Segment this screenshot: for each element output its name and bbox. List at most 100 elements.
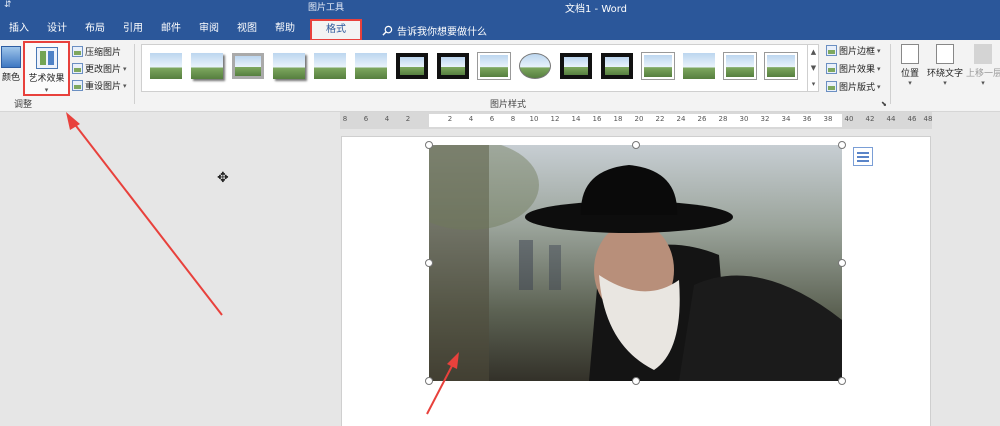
tell-me-text: 告诉我你想要做什么	[397, 26, 487, 38]
color-icon	[1, 46, 21, 68]
lightbulb-search-icon	[382, 25, 393, 36]
ruler-tick: 40	[844, 115, 854, 123]
ruler-tick: 6	[489, 115, 495, 123]
ruler-tick: 2	[405, 115, 411, 123]
ruler-tick: 8	[510, 115, 516, 123]
tab-view[interactable]: 视图	[228, 20, 266, 40]
chevron-down-icon: ▾	[877, 46, 881, 55]
tab-review[interactable]: 审阅	[190, 20, 228, 40]
compress-icon	[72, 46, 83, 57]
picture-style-black-frame[interactable]	[396, 53, 428, 79]
chevron-down-icon: ▾	[908, 79, 912, 87]
picture-style-rotated-white[interactable]	[764, 52, 798, 80]
group-divider	[890, 44, 891, 104]
picture-style-thick-black-frame[interactable]	[437, 53, 469, 79]
annotation-arrow-line	[72, 121, 223, 316]
gallery-scroll-controls[interactable]: ▲ ▼ ▾	[807, 44, 819, 92]
resize-handle-bottom-right[interactable]	[838, 377, 846, 385]
picture-layout-button[interactable]: 图片版式 ▾	[826, 80, 881, 93]
bring-forward-button[interactable]: 上移一层 ▾	[966, 44, 1000, 87]
ruler-tick: 2	[447, 115, 453, 123]
ruler-tick: 14	[571, 115, 581, 123]
ruler-tick: 28	[718, 115, 728, 123]
quick-access-menu-icon[interactable]: ⇵	[4, 0, 12, 10]
change-picture-icon	[72, 63, 83, 74]
chevron-down-icon: ▾	[123, 64, 127, 73]
picture-style-perspective[interactable]	[683, 53, 715, 79]
artistic-effects-button[interactable]: 艺术效果 ▾	[23, 41, 70, 96]
tab-layout[interactable]: 布局	[76, 20, 114, 40]
ruler-tick: 32	[760, 115, 770, 123]
tab-references[interactable]: 引用	[114, 20, 152, 40]
picture-style-beveled[interactable]	[723, 52, 757, 80]
picture-style-thick-frame[interactable]	[232, 53, 264, 79]
picture-layout-label: 图片版式	[839, 83, 876, 93]
bring-forward-label: 上移一层	[966, 69, 1000, 79]
chevron-down-icon: ▾	[44, 86, 49, 94]
picture-style-thin-black-frame[interactable]	[601, 53, 633, 79]
bring-forward-icon	[974, 44, 992, 64]
picture-style-oval[interactable]	[519, 53, 551, 79]
resize-handle-top[interactable]	[632, 141, 640, 149]
picture-effects-icon	[826, 63, 837, 74]
picture-style-simple-frame[interactable]	[150, 53, 182, 79]
resize-handle-left[interactable]	[425, 259, 433, 267]
picture-content	[429, 145, 842, 381]
title-bar: ⇵ 图片工具 文档1 - Word 插入 设计 布局 引用 邮件 审阅 视图 帮…	[0, 0, 1000, 41]
chevron-down-icon: ▾	[123, 81, 127, 90]
dialog-launcher-icon[interactable]: ⬊	[881, 100, 887, 108]
position-label: 位置	[900, 69, 919, 79]
horizontal-ruler[interactable]: 8 6 4 2 2 4 6 8 10 12 14 16 18 20 22 24 …	[340, 112, 932, 129]
reset-picture-icon	[72, 80, 83, 91]
picture-style-metal-frame[interactable]	[477, 52, 511, 80]
tab-design[interactable]: 设计	[38, 20, 76, 40]
ruler-tick: 34	[781, 115, 791, 123]
change-picture-label: 更改图片	[85, 65, 122, 75]
tell-me-search[interactable]: 告诉我你想要做什么	[382, 23, 487, 38]
resize-handle-bottom-left[interactable]	[425, 377, 433, 385]
group-divider	[134, 44, 135, 104]
resize-handle-bottom[interactable]	[632, 377, 640, 385]
picture-effects-button[interactable]: 图片效果 ▾	[826, 62, 881, 75]
resize-handle-top-right[interactable]	[838, 141, 846, 149]
wrap-text-button[interactable]: 环绕文字 ▾	[925, 44, 965, 87]
tab-insert[interactable]: 插入	[0, 20, 38, 40]
window-title: 文档1 - Word	[565, 4, 628, 15]
selected-picture[interactable]	[429, 145, 842, 381]
picture-style-soft-rectangle[interactable]	[355, 53, 387, 79]
ruler-tick: 18	[613, 115, 623, 123]
picture-style-double-frame[interactable]	[560, 53, 592, 79]
ruler-tick: 42	[865, 115, 875, 123]
picture-style-reflected[interactable]	[314, 53, 346, 79]
artistic-effects-icon	[35, 47, 58, 69]
reset-picture-button[interactable]: 重设图片 ▾	[72, 79, 127, 92]
compress-pictures-button[interactable]: 压缩图片	[72, 45, 121, 58]
tab-mailings[interactable]: 邮件	[152, 20, 190, 40]
change-picture-button[interactable]: 更改图片 ▾	[72, 62, 127, 75]
tab-format[interactable]: 格式	[310, 19, 362, 41]
picture-styles-group-label: 图片样式	[490, 100, 527, 110]
picture-border-button[interactable]: 图片边框 ▾	[826, 44, 881, 57]
ruler-tick: 46	[907, 115, 917, 123]
chevron-down-icon: ▾	[981, 79, 985, 87]
adjust-group-label: 调整	[14, 100, 33, 110]
picture-style-center-shadow[interactable]	[641, 52, 675, 80]
ruler-tick: 36	[802, 115, 812, 123]
ruler-tick: 26	[697, 115, 707, 123]
ruler-tick: 38	[823, 115, 833, 123]
ruler-tick: 6	[363, 115, 369, 123]
picture-border-icon	[826, 45, 837, 56]
chevron-down-icon: ▾	[877, 82, 881, 91]
resize-handle-right[interactable]	[838, 259, 846, 267]
position-button[interactable]: 位置 ▾	[898, 44, 922, 87]
resize-handle-top-left[interactable]	[425, 141, 433, 149]
ruler-tick: 20	[634, 115, 644, 123]
tab-help[interactable]: 帮助	[266, 20, 304, 40]
layout-options-icon[interactable]	[853, 147, 873, 166]
reset-picture-label: 重设图片	[85, 82, 122, 92]
picture-style-soft-edge[interactable]	[191, 53, 223, 79]
ruler-tick: 22	[655, 115, 665, 123]
color-button[interactable]: 颜色	[0, 44, 22, 94]
picture-styles-gallery	[141, 44, 819, 92]
picture-style-drop-shadow[interactable]	[273, 53, 305, 79]
